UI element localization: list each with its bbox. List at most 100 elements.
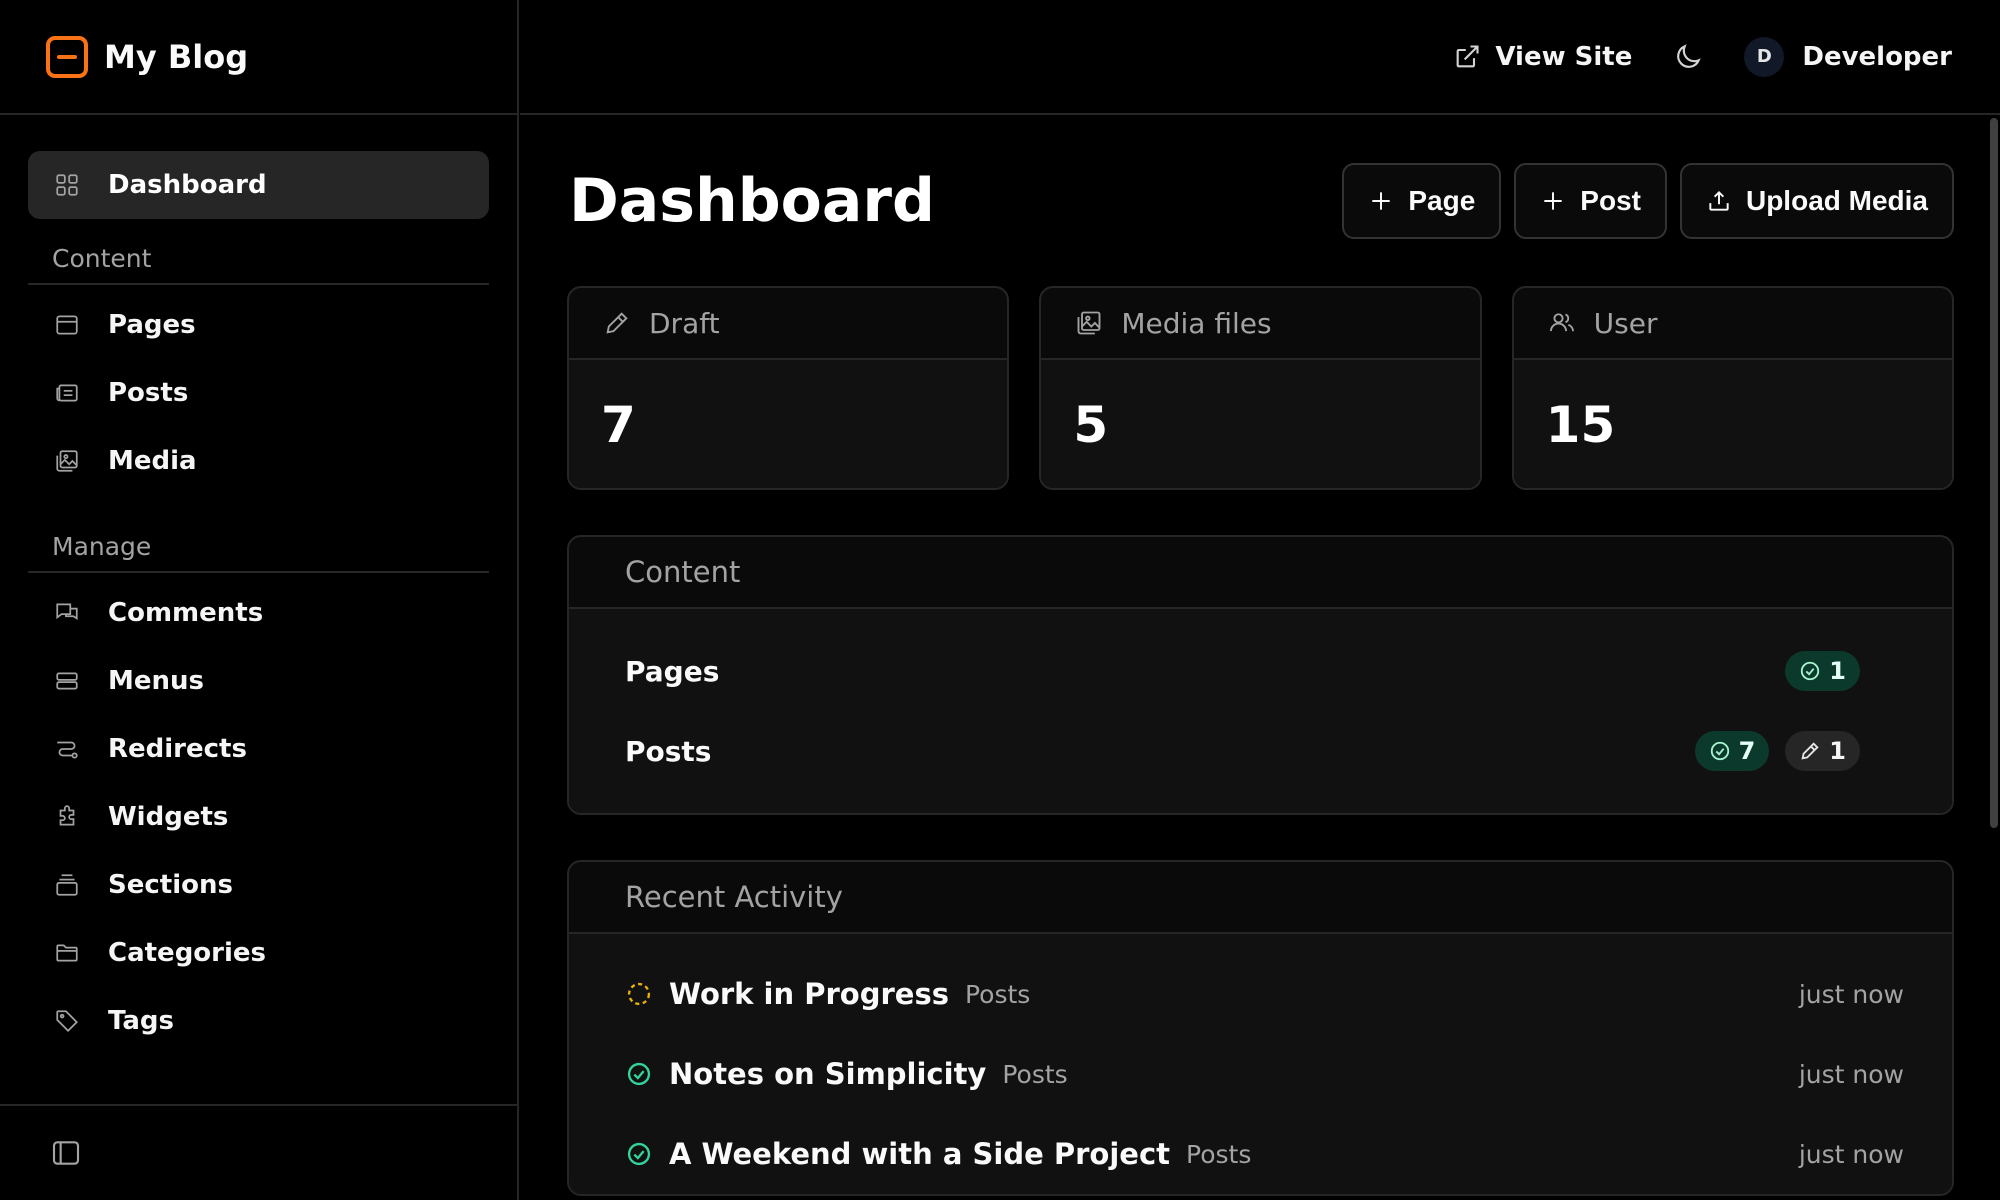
sidebar-section-manage: Manage bbox=[28, 525, 489, 573]
activity-time: just now bbox=[1798, 1059, 1904, 1089]
user-menu[interactable]: D Developer bbox=[1744, 36, 1952, 77]
theme-toggle-button[interactable] bbox=[1672, 41, 1704, 73]
check-circle-icon bbox=[625, 1060, 653, 1088]
stat-value: 5 bbox=[1041, 360, 1480, 488]
sidebar-item-label: Categories bbox=[108, 938, 267, 968]
images-icon bbox=[1077, 311, 1101, 335]
stat-label: User bbox=[1593, 306, 1658, 340]
avatar: D bbox=[1744, 36, 1785, 77]
sidebar-item-label: Posts bbox=[108, 378, 189, 408]
stat-label: Media files bbox=[1121, 306, 1272, 340]
recent-activity-panel: Recent Activity Work in Progress Posts j… bbox=[567, 860, 1954, 1196]
activity-item[interactable]: Notes on Simplicity Posts just now bbox=[569, 1034, 1952, 1114]
published-badge[interactable]: 1 bbox=[1785, 651, 1860, 691]
upload-icon bbox=[1709, 190, 1729, 211]
content-row-label: Pages bbox=[625, 654, 720, 688]
sidebar-item-pages[interactable]: Pages bbox=[28, 291, 489, 359]
content-row-label: Posts bbox=[625, 734, 712, 768]
stat-card-media[interactable]: Media files 5 bbox=[1039, 286, 1482, 490]
sidebar-item-media[interactable]: Media bbox=[28, 427, 489, 495]
badge-count: 1 bbox=[1829, 737, 1846, 765]
pencil-icon bbox=[606, 312, 628, 334]
sidebar-nav: Dashboard Content Pages Posts Media Mana… bbox=[0, 115, 517, 1055]
view-site-link[interactable]: View Site bbox=[1453, 42, 1632, 72]
content-panel-body: Pages 1 Posts 7 1 bbox=[569, 609, 1952, 813]
page-title: Dashboard bbox=[569, 166, 935, 236]
activity-title: Work in Progress bbox=[669, 977, 949, 1011]
sidebar-item-label: Widgets bbox=[108, 802, 229, 832]
stat-card-header: Draft bbox=[569, 288, 1008, 360]
comments-icon bbox=[54, 600, 80, 626]
stat-card-header: Media files bbox=[1041, 288, 1480, 360]
sidebar-item-redirects[interactable]: Redirects bbox=[28, 715, 489, 783]
puzzle-icon bbox=[54, 804, 80, 830]
logo-icon bbox=[46, 35, 88, 78]
pencil-icon bbox=[1801, 742, 1819, 760]
page-header: Dashboard Page Post Upload Media bbox=[567, 116, 1954, 286]
scrollbar[interactable] bbox=[1990, 118, 1998, 828]
upload-media-button[interactable]: Upload Media bbox=[1679, 163, 1954, 239]
sidebar-item-label: Dashboard bbox=[108, 170, 267, 200]
activity-list: Work in Progress Posts just now Notes on… bbox=[569, 934, 1952, 1194]
draft-badge[interactable]: 1 bbox=[1785, 731, 1860, 771]
sidebar-item-categories[interactable]: Categories bbox=[28, 919, 489, 987]
status-badges: 1 bbox=[1785, 651, 1860, 691]
button-label: Post bbox=[1580, 185, 1641, 216]
brand-name: My Blog bbox=[104, 37, 249, 76]
activity-type: Posts bbox=[1002, 1059, 1068, 1089]
view-site-label: View Site bbox=[1495, 41, 1633, 72]
sidebar-item-tags[interactable]: Tags bbox=[28, 987, 489, 1055]
images-icon bbox=[54, 448, 80, 474]
stat-card-draft[interactable]: Draft 7 bbox=[567, 286, 1010, 490]
plus-icon bbox=[1544, 192, 1562, 210]
check-circle-icon bbox=[625, 1140, 653, 1168]
route-icon bbox=[54, 736, 80, 762]
status-badges: 7 1 bbox=[1694, 731, 1860, 771]
activity-item[interactable]: Work in Progress Posts just now bbox=[569, 954, 1952, 1034]
stat-card-header: User bbox=[1513, 288, 1952, 360]
users-icon bbox=[1549, 313, 1574, 332]
content-row-pages[interactable]: Pages 1 bbox=[569, 631, 1952, 711]
moon-icon bbox=[1677, 43, 1702, 68]
user-name: Developer bbox=[1802, 41, 1952, 72]
activity-time: just now bbox=[1798, 1139, 1904, 1169]
main-content: Dashboard Page Post Upload Media Draft 7… bbox=[567, 116, 1954, 1196]
sidebar-item-posts[interactable]: Posts bbox=[28, 359, 489, 427]
stat-label: Draft bbox=[649, 306, 720, 340]
draft-status-icon bbox=[625, 980, 653, 1008]
badge-count: 1 bbox=[1829, 657, 1846, 685]
external-link-icon bbox=[1456, 44, 1479, 67]
sidebar-item-dashboard[interactable]: Dashboard bbox=[28, 151, 489, 219]
published-badge[interactable]: 7 bbox=[1694, 731, 1770, 771]
sidebar-item-sections[interactable]: Sections bbox=[28, 851, 489, 919]
sidebar-item-label: Sections bbox=[108, 870, 233, 900]
grid-icon bbox=[54, 172, 80, 198]
sidebar-item-label: Redirects bbox=[108, 734, 247, 764]
browser-window-icon bbox=[54, 312, 80, 338]
folder-icon bbox=[54, 940, 80, 966]
sidebar-item-widgets[interactable]: Widgets bbox=[28, 783, 489, 851]
button-label: Upload Media bbox=[1745, 185, 1928, 216]
tag-icon bbox=[54, 1008, 80, 1034]
sidebar-footer bbox=[0, 1104, 517, 1200]
sidebar-item-comments[interactable]: Comments bbox=[28, 579, 489, 647]
stat-card-users[interactable]: User 15 bbox=[1511, 286, 1954, 490]
content-row-posts[interactable]: Posts 7 1 bbox=[569, 711, 1952, 791]
badge-count: 7 bbox=[1738, 737, 1756, 765]
sidebar-item-label: Pages bbox=[108, 310, 196, 340]
plus-icon bbox=[1372, 192, 1391, 210]
sidebar-toggle-icon[interactable] bbox=[50, 1137, 82, 1169]
brand[interactable]: My Blog bbox=[0, 0, 517, 115]
add-post-button[interactable]: Post bbox=[1514, 163, 1667, 239]
stat-value: 7 bbox=[569, 360, 1008, 488]
header-actions: Page Post Upload Media bbox=[1342, 163, 1954, 239]
menu-bars-icon bbox=[54, 668, 80, 694]
sidebar-item-menus[interactable]: Menus bbox=[28, 647, 489, 715]
add-page-button[interactable]: Page bbox=[1342, 163, 1502, 239]
activity-title: A Weekend with a Side Project bbox=[669, 1137, 1171, 1171]
sidebar-item-label: Menus bbox=[108, 666, 205, 696]
stat-value: 15 bbox=[1513, 360, 1952, 488]
check-circle-icon bbox=[1801, 661, 1820, 681]
activity-item[interactable]: A Weekend with a Side Project Posts just… bbox=[569, 1114, 1952, 1194]
content-panel: Content Pages 1 Posts 7 1 bbox=[567, 535, 1954, 815]
